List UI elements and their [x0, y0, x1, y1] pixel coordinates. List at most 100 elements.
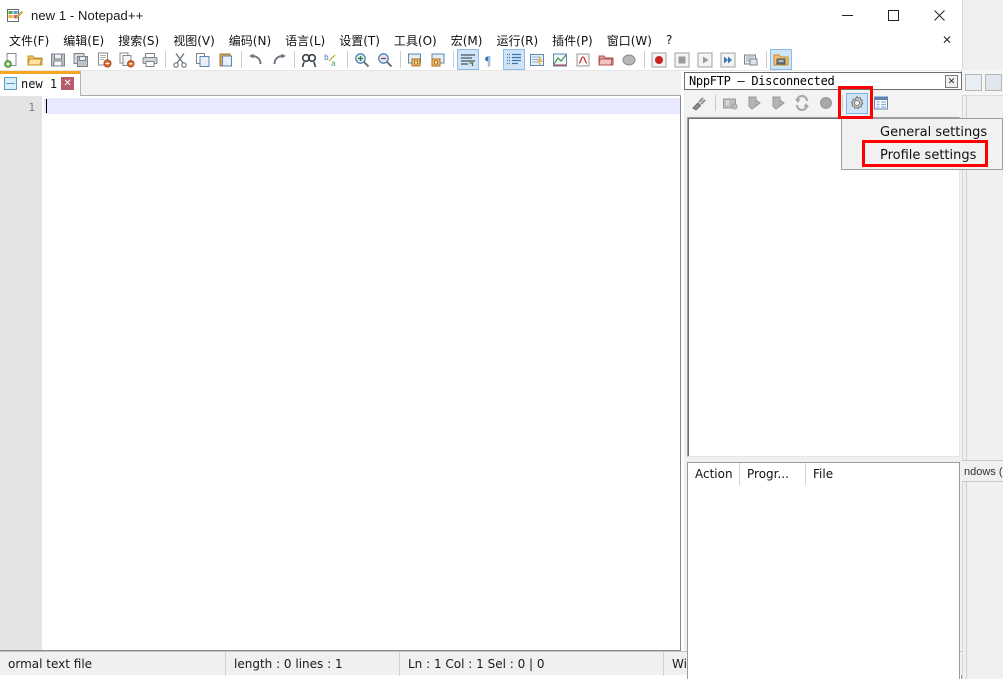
find-button[interactable] [298, 49, 320, 70]
maximize-icon [887, 9, 899, 21]
notepad-plus-plus-icon [7, 7, 23, 23]
save-macro-button[interactable] [740, 49, 762, 70]
stop-record-button[interactable] [671, 49, 693, 70]
undo-button[interactable] [245, 49, 267, 70]
menu-language[interactable]: 语言(L) [278, 30, 332, 51]
download-button[interactable] [719, 93, 741, 114]
menu-macro[interactable]: 宏(M) [444, 30, 490, 51]
menu-help[interactable]: ? [659, 31, 679, 49]
tab-close-icon[interactable]: ✕ [61, 77, 75, 90]
function-list-button[interactable] [572, 49, 594, 70]
queue-column-progress[interactable]: Progr... [740, 463, 806, 485]
replace-icon: b a [324, 54, 336, 68]
close-all-button[interactable] [116, 49, 138, 70]
menu-general-settings[interactable]: General settings [842, 121, 1002, 144]
upload-other-button[interactable] [767, 93, 789, 114]
show-all-chars-button[interactable]: ¶ [480, 49, 502, 70]
stop-record-icon [674, 52, 690, 67]
save-all-button[interactable] [70, 49, 92, 70]
menu-file[interactable]: 文件(F) [2, 30, 56, 51]
redo-button[interactable] [268, 49, 290, 70]
show-all-chars-icon: ¶ [485, 53, 491, 68]
editor-area[interactable]: 1 [0, 96, 681, 651]
refresh-button[interactable] [791, 93, 813, 114]
background-toolbar-icon-1[interactable] [965, 74, 982, 91]
upload-button[interactable] [743, 93, 765, 114]
sync-vertical-scroll-icon [408, 53, 421, 66]
close-file-button[interactable] [93, 49, 115, 70]
connect-button[interactable] [688, 93, 710, 114]
folder-as-workspace-button[interactable] [595, 49, 617, 70]
user-defined-dialog-button[interactable] [526, 49, 548, 70]
sync-vertical-scroll-button[interactable] [404, 49, 426, 70]
code-text-area[interactable] [44, 96, 680, 650]
indent-guide-icon [507, 53, 521, 64]
menu-search[interactable]: 搜索(S) [111, 30, 166, 51]
print-button[interactable] [139, 49, 161, 70]
menu-run[interactable]: 运行(R) [489, 30, 545, 51]
settings-gear-button[interactable] [846, 92, 868, 114]
monitoring-button[interactable] [618, 49, 640, 70]
line-number-gutter: 1 [0, 96, 43, 650]
document-icon [4, 77, 17, 90]
menu-settings[interactable]: 设置(T) [332, 30, 387, 51]
zoom-out-button[interactable] [374, 49, 396, 70]
sync-horizontal-scroll-button[interactable] [427, 49, 449, 70]
run-macro-multiple-button[interactable] [717, 49, 739, 70]
save-button[interactable] [47, 49, 69, 70]
menu-window[interactable]: 窗口(W) [600, 30, 659, 51]
toolbar-separator [241, 51, 242, 68]
document-close-button[interactable]: ✕ [939, 32, 955, 48]
paste-button[interactable] [215, 49, 237, 70]
menu-profile-settings[interactable]: Profile settings [842, 144, 1002, 167]
svg-text:a: a [331, 60, 336, 68]
playback-button[interactable] [694, 49, 716, 70]
maximize-button[interactable] [870, 0, 916, 30]
folder-as-workspace-icon [598, 55, 614, 65]
close-button[interactable] [916, 0, 962, 30]
indent-guide-button[interactable] [503, 49, 525, 70]
menu-plugins[interactable]: 插件(P) [545, 30, 600, 51]
line-number-1: 1 [28, 101, 35, 114]
zoom-in-button[interactable] [351, 49, 373, 70]
run-button[interactable] [770, 49, 792, 70]
copy-icon [196, 52, 210, 67]
settings-dropdown-menu: General settings Profile settings [841, 118, 1003, 170]
menu-bar: 文件(F) 编辑(E) 搜索(S) 视图(V) 编码(N) 语言(L) 设置(T… [0, 30, 962, 50]
background-toolbar-icon-2[interactable] [985, 74, 1002, 91]
copy-button[interactable] [192, 49, 214, 70]
minimize-button[interactable] [824, 0, 870, 30]
tab-new-1[interactable]: new 1 ✕ [0, 71, 82, 96]
nppftp-queue-panel: Action Progr... File ◀ ▶ [687, 462, 960, 679]
save-macro-icon [744, 54, 758, 65]
run-icon [773, 54, 789, 65]
current-line-highlight [44, 98, 680, 114]
menu-edit[interactable]: 编辑(E) [56, 30, 111, 51]
redo-icon [273, 53, 286, 64]
background-window[interactable] [962, 0, 1003, 679]
background-window-toolbar [962, 70, 1003, 96]
record-macro-button[interactable] [648, 49, 670, 70]
word-wrap-button[interactable] [457, 49, 479, 70]
background-window-status: ndows (C [962, 460, 1003, 482]
menu-tools[interactable]: 工具(O) [387, 30, 444, 51]
nppftp-close-button[interactable]: ✕ [945, 75, 958, 88]
run-macro-multiple-icon [720, 52, 736, 67]
new-file-button[interactable] [1, 49, 23, 70]
doc-map-icon [553, 53, 567, 66]
abort-button[interactable] [815, 93, 837, 114]
replace-button[interactable]: b a [321, 49, 343, 70]
doc-map-button[interactable] [549, 49, 571, 70]
menu-encoding[interactable]: 编码(N) [222, 30, 278, 51]
menu-view[interactable]: 视图(V) [166, 30, 222, 51]
queue-column-action[interactable]: Action [688, 463, 740, 485]
messages-button[interactable] [870, 93, 892, 114]
word-wrap-icon [461, 53, 475, 66]
queue-rows[interactable] [688, 485, 959, 679]
open-file-button[interactable] [24, 49, 46, 70]
screen: ndows (C new 1 - Notepad++ [0, 0, 1003, 679]
nppftp-toolbar [685, 91, 961, 115]
cut-button[interactable] [169, 49, 191, 70]
queue-column-file[interactable]: File [806, 463, 959, 485]
settings-gear-icon [850, 95, 864, 110]
